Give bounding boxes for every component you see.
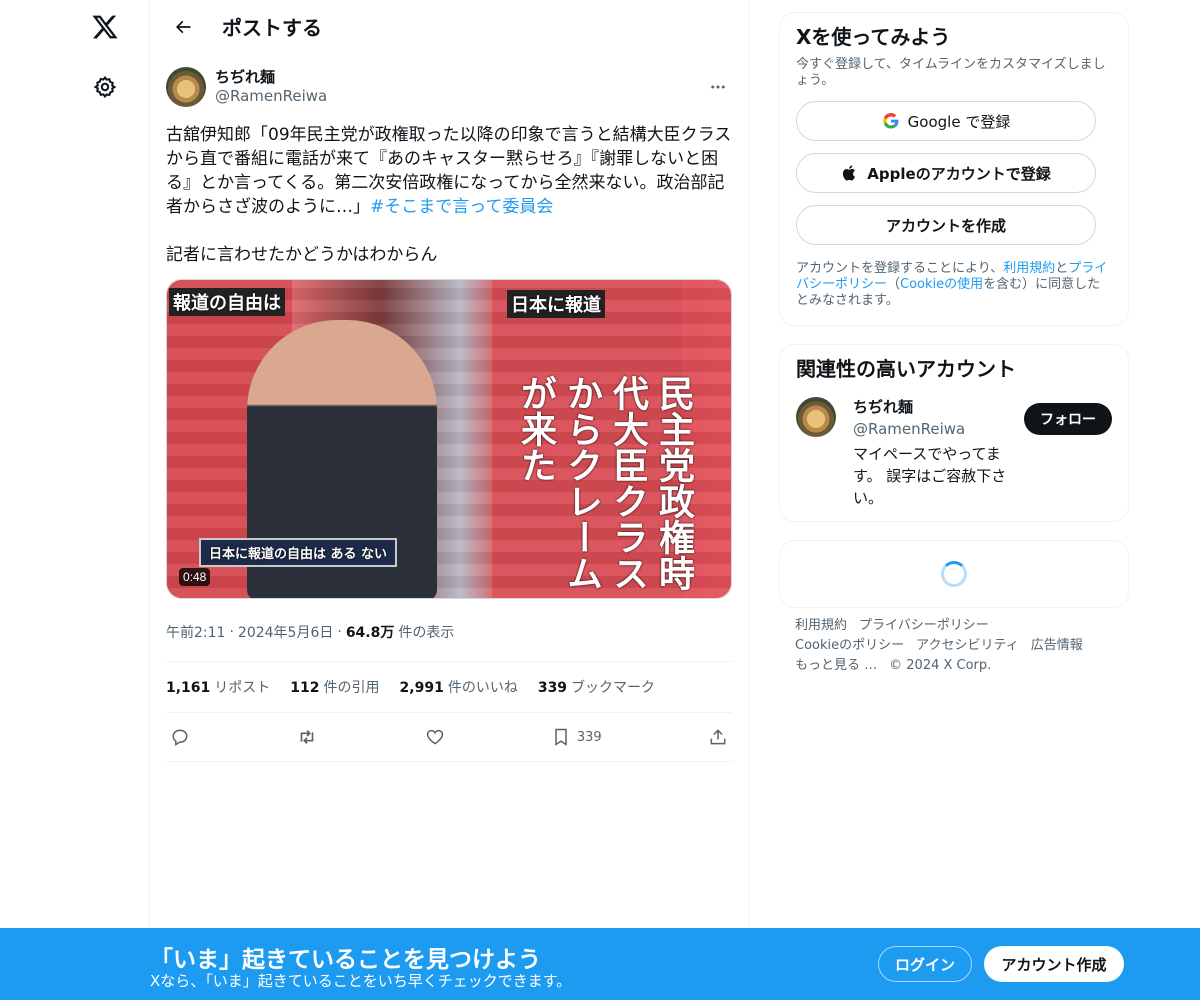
login-button[interactable]: ログイン	[878, 946, 972, 982]
legal-prefix: アカウントを登録することにより、	[796, 261, 1004, 276]
more-options-icon[interactable]	[704, 73, 732, 101]
tweet-time[interactable]: 午前2:11	[166, 622, 225, 642]
divider	[166, 761, 732, 762]
relevant-accounts-card: 関連性の高いアカウント ちぢれ麺 @RamenReiwa マイペースでやってます…	[779, 344, 1129, 522]
bookmark-button[interactable]: 339	[551, 727, 602, 747]
left-nav	[0, 0, 150, 1000]
author-names: ちぢれ麺 @RamenReiwa	[215, 68, 327, 106]
cookie-link[interactable]: Cookieの使用	[900, 277, 983, 292]
x-logo-icon[interactable]	[88, 10, 122, 44]
bookmarks-label: ブックマーク	[571, 680, 656, 696]
heart-icon	[426, 729, 443, 745]
signup-card: Xを使ってみよう 今すぐ登録して、タイムラインをカスタマイズしましょう。 Goo…	[779, 12, 1129, 326]
footer-cookie-link[interactable]: Cookieのポリシー	[795, 638, 904, 653]
tweet-actions: 339	[166, 713, 732, 761]
tweet-date[interactable]: 2024年5月6日	[238, 622, 333, 642]
quotes-count: 112	[290, 680, 320, 696]
likes-label: 件のいいね	[447, 680, 518, 696]
back-arrow-icon[interactable]	[166, 10, 200, 44]
footer-copyright: © 2024 X Corp.	[889, 658, 992, 673]
create-account-button[interactable]: アカウントを作成	[796, 205, 1096, 245]
suggested-avatar[interactable]	[796, 397, 836, 437]
quotes-label: 件の引用	[323, 680, 380, 696]
video-caption-bottom: 日本に報道の自由は ある ない	[199, 538, 398, 567]
tweet-hashtag[interactable]: #そこまで言って委員会	[370, 197, 553, 217]
bottom-signup-bar: 「いま」起きていることを見つけよう Xなら、「いま」起きていることをいち早くチェ…	[0, 928, 1200, 1000]
terms-link[interactable]: 利用規約	[1003, 261, 1055, 276]
tweet-text: 古舘伊知郎「09年民主党が政権取った以降の印象で言うと結構大臣クラスから直で番組…	[166, 123, 734, 267]
video-caption-right: 日本に報道	[507, 290, 605, 318]
author-handle[interactable]: @RamenReiwa	[215, 86, 327, 106]
legal-and: と	[1055, 261, 1069, 276]
signup-card-title: Xを使ってみよう	[796, 25, 951, 49]
meta-separator: ·	[337, 624, 342, 640]
tweet-meta: 午前2:11 · 2024年5月6日 · 64.8万 件の表示	[166, 615, 732, 649]
page-title: ポストする	[222, 16, 322, 40]
footer-more-link[interactable]: もっと見る …	[795, 658, 877, 673]
likes-count: 2,991	[399, 680, 444, 696]
suggested-info: ちぢれ麺 @RamenReiwa マイペースでやってます。 誤字はご容赦下さい。	[853, 397, 1016, 509]
video-caption-vertical: 民主党政権時代大臣クラスからクレームが来た	[515, 375, 694, 591]
footer-privacy-link[interactable]: プライバシーポリシー	[859, 618, 989, 633]
legal-paren: （	[887, 277, 901, 292]
footer-accessibility-link[interactable]: アクセシビリティ	[916, 638, 1019, 653]
reposts-label: リポスト	[214, 680, 271, 696]
author-avatar[interactable]	[166, 67, 206, 107]
bookmarks-stat[interactable]: 339 ブックマーク	[538, 677, 655, 697]
signup-card-subtitle: 今すぐ登録して、タイムラインをカスタマイズしましょう。	[796, 57, 1106, 88]
video-caption-left: 報道の自由は	[169, 288, 285, 316]
settings-gear-icon[interactable]	[88, 70, 122, 104]
bottom-bar-title: 「いま」起きていることを見つけよう	[150, 947, 541, 973]
bookmark-icon	[555, 728, 567, 746]
reply-icon	[172, 729, 188, 746]
suggested-handle[interactable]: @RamenReiwa	[853, 417, 1016, 441]
meta-separator: ·	[229, 624, 234, 640]
footer-ads-link[interactable]: 広告情報	[1031, 638, 1083, 653]
bottom-bar-subtitle: Xなら、「いま」起きていることをいち早くチェックできます。	[150, 972, 572, 990]
bookmark-count: 339	[576, 729, 602, 745]
author-name[interactable]: ちぢれ麺	[215, 68, 327, 86]
tweet-video[interactable]: 報道の自由は 日本に報道 民主党政権時代大臣クラスからクレームが来た 日本に報道…	[166, 279, 732, 599]
relevant-accounts-title: 関連性の高いアカウント	[796, 357, 1016, 381]
google-signup-button[interactable]: Google で登録	[796, 101, 1096, 141]
footer-links: 利用規約 プライバシーポリシー Cookieのポリシー アクセシビリティ 広告情報 も…	[779, 608, 1129, 684]
apple-signup-button[interactable]: Appleのアカウントで登録	[796, 153, 1096, 193]
apple-icon	[843, 165, 856, 181]
create-account-label: アカウントを作成	[885, 216, 1006, 235]
main-column: ポストする ちぢれ麺 @RamenReiwa 古舘伊知郎「09年民主党が政権取っ…	[149, 0, 749, 1000]
follow-button[interactable]: フォロー	[1024, 403, 1112, 435]
suggested-name[interactable]: ちぢれ麺	[853, 397, 1016, 417]
apple-signup-label: Appleのアカウントで登録	[867, 164, 1051, 183]
loading-spinner-icon	[941, 561, 967, 587]
right-sidebar: Xを使ってみよう 今すぐ登録して、タイムラインをカスタマイズしましょう。 Goo…	[779, 0, 1129, 684]
video-duration: 0:48	[179, 568, 211, 586]
reply-button[interactable]	[170, 727, 190, 747]
views-label: 件の表示	[398, 625, 455, 641]
share-icon	[710, 729, 726, 745]
reposts-stat[interactable]: 1,161 リポスト	[166, 677, 270, 697]
footer-terms-link[interactable]: 利用規約	[795, 618, 847, 633]
share-button[interactable]	[708, 727, 728, 747]
tweet-stats: 1,161 リポスト 112 件の引用 2,991 件のいいね 339 ブックマーク	[166, 662, 732, 712]
tweet: ちぢれ麺 @RamenReiwa 古舘伊知郎「09年民主党が政権取った以降の印象…	[150, 53, 748, 762]
quotes-stat[interactable]: 112 件の引用	[290, 677, 379, 697]
legal-notice: アカウントを登録することにより、利用規約とプライバシーポリシー（Cookieの使…	[796, 261, 1112, 309]
likes-stat[interactable]: 2,991 件のいいね	[400, 677, 518, 697]
google-icon	[882, 113, 899, 129]
suggested-bio: マイペースでやってます。 誤字はご容赦下さい。	[853, 445, 1007, 507]
top-bar: ポストする	[150, 0, 748, 53]
repost-icon	[300, 729, 314, 745]
tweet-author-row: ちぢれ麺 @RamenReiwa	[166, 65, 732, 109]
tweet-text-tail: 記者に言わせたかどうかはわからん	[166, 245, 438, 265]
create-account-bottom-button[interactable]: アカウント作成	[984, 946, 1124, 982]
views-count: 64.8万	[345, 625, 395, 641]
bookmarks-count: 339	[537, 680, 568, 696]
google-signup-label: Google で登録	[907, 112, 1011, 131]
loading-card	[779, 540, 1129, 608]
suggested-account: ちぢれ麺 @RamenReiwa マイペースでやってます。 誤字はご容赦下さい。…	[796, 397, 1112, 509]
repost-button[interactable]	[296, 726, 318, 748]
like-button[interactable]	[425, 727, 445, 747]
reposts-count: 1,161	[166, 680, 211, 696]
